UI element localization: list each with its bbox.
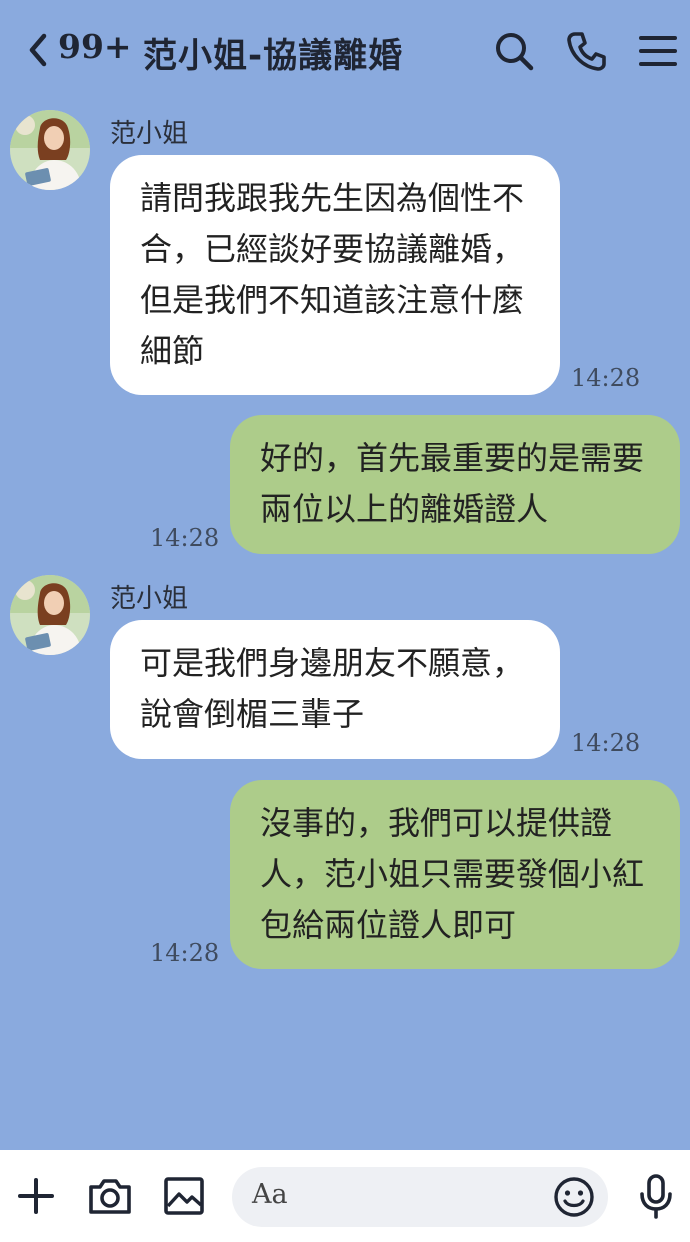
unread-count[interactable]: 99+	[58, 27, 132, 66]
message-time: 14:28	[150, 524, 220, 552]
plus-icon[interactable]	[12, 1172, 60, 1220]
incoming-message-bubble[interactable]: 可是我們身邊朋友不願意，說會倒楣三輩子	[110, 620, 560, 759]
message-input-placeholder: Aa	[252, 1179, 288, 1210]
back-icon[interactable]	[22, 30, 62, 70]
message-input[interactable]: Aa	[232, 1167, 608, 1227]
incoming-message-bubble[interactable]: 請問我跟我先生因為個性不合，已經談好要協議離婚，但是我們不知道該注意什麼細節	[110, 155, 560, 395]
avatar[interactable]	[10, 110, 90, 190]
sender-name: 范小姐	[110, 584, 189, 614]
emoji-icon[interactable]	[552, 1175, 596, 1219]
sender-name: 范小姐	[110, 119, 189, 149]
camera-icon[interactable]	[86, 1172, 134, 1220]
message-time: 14:28	[150, 939, 220, 967]
chat-header: 99+ 范小姐-協議離婚	[0, 0, 690, 100]
message-time: 14:28	[571, 729, 641, 757]
message-composer: Aa	[0, 1150, 690, 1242]
outgoing-message-bubble[interactable]: 沒事的，我們可以提供證人，范小姐只需要發個小紅包給兩位證人即可	[230, 780, 680, 969]
message-time: 14:28	[571, 364, 641, 392]
menu-icon[interactable]	[638, 30, 678, 72]
image-icon[interactable]	[160, 1172, 208, 1220]
chat-title: 范小姐-協議離婚	[143, 36, 404, 76]
outgoing-message-bubble[interactable]: 好的，首先最重要的是需要兩位以上的離婚證人	[230, 415, 680, 554]
microphone-icon[interactable]	[632, 1172, 680, 1220]
phone-icon[interactable]	[566, 30, 606, 72]
search-icon[interactable]	[494, 30, 534, 72]
avatar[interactable]	[10, 575, 90, 655]
